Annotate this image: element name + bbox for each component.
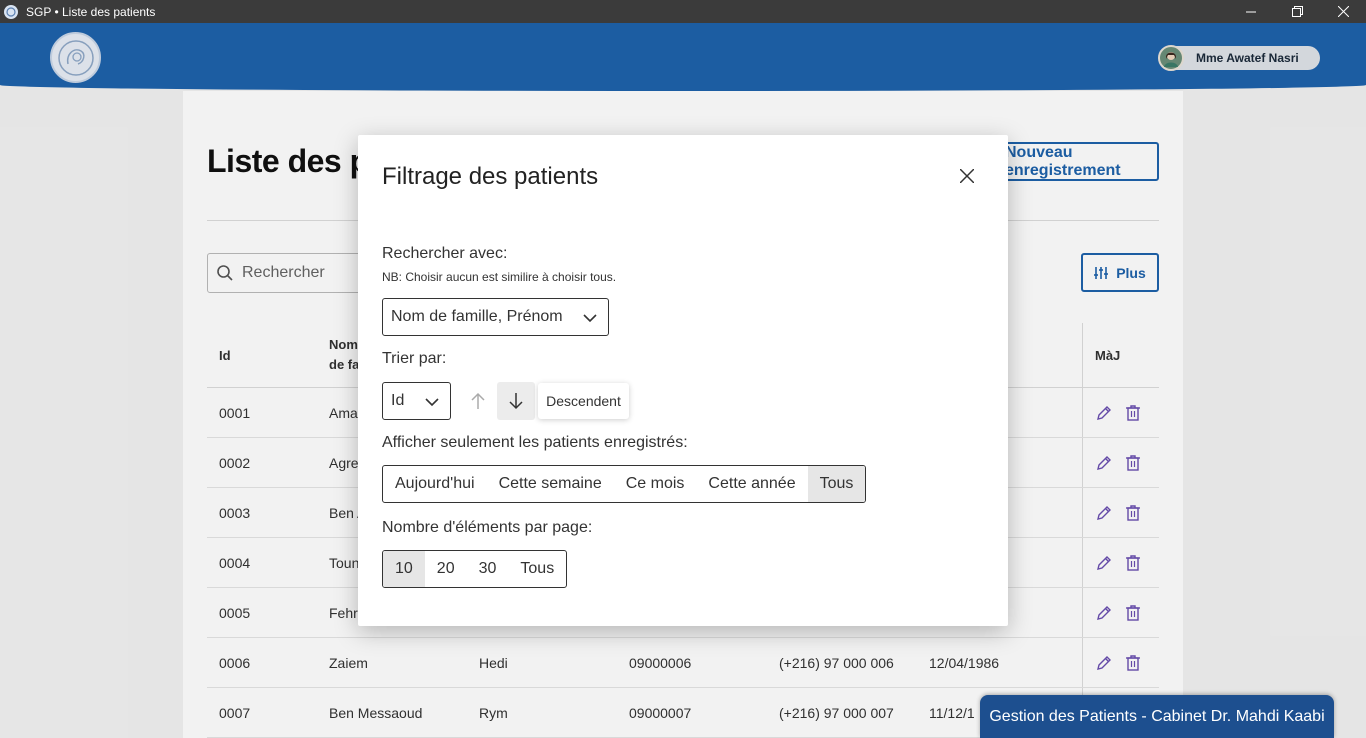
close-icon[interactable]: [956, 165, 978, 187]
page-size-10[interactable]: 10: [383, 551, 425, 587]
sort-field-select[interactable]: Id: [382, 382, 451, 420]
footer-banner: Gestion des Patients - Cabinet Dr. Mahdi…: [980, 695, 1334, 738]
sort-ascending-button[interactable]: [459, 382, 497, 420]
app-icon: [4, 4, 18, 19]
restore-icon[interactable]: [1274, 0, 1320, 23]
page-size-30[interactable]: 30: [467, 551, 509, 587]
period-this-week[interactable]: Cette semaine: [487, 466, 614, 502]
period-this-year[interactable]: Cette année: [696, 466, 807, 502]
page-size-label: Nombre d'éléments par page:: [382, 519, 593, 536]
sort-field-value: Id: [391, 392, 405, 409]
page-size-20[interactable]: 20: [425, 551, 467, 587]
arrow-up-icon: [470, 392, 486, 410]
search-note: NB: Choisir aucun est similire à choisir…: [382, 270, 617, 284]
registered-filter-label: Afficher seulement les patients enregist…: [382, 434, 688, 451]
search-with-label: Rechercher avec:: [382, 245, 508, 262]
period-this-month[interactable]: Ce mois: [614, 466, 697, 502]
footer-banner-text: Gestion des Patients - Cabinet Dr. Mahdi…: [989, 707, 1325, 725]
arrow-down-icon: [508, 392, 524, 410]
search-fields-select[interactable]: Nom de famille, Prénom: [382, 298, 609, 336]
sort-tooltip: Descendent: [538, 383, 629, 419]
search-fields-value: Nom de famille, Prénom: [391, 308, 563, 325]
sort-descending-button[interactable]: [497, 382, 535, 420]
minimize-icon[interactable]: [1228, 0, 1274, 23]
close-window-icon[interactable]: [1320, 0, 1366, 23]
page-size-selector: 10 20 30 Tous: [382, 550, 568, 588]
filter-dialog: Filtrage des patients Rechercher avec: N…: [358, 135, 1008, 626]
period-all[interactable]: Tous: [807, 466, 866, 502]
chevron-down-icon: [582, 310, 598, 326]
registered-period-selector: Aujourd'hui Cette semaine Ce mois Cette …: [382, 465, 867, 503]
window-titlebar: SGP • Liste des patients: [0, 0, 1366, 23]
chevron-down-icon: [424, 394, 440, 410]
window-title: SGP • Liste des patients: [26, 4, 156, 19]
page-size-all[interactable]: Tous: [508, 551, 566, 587]
sort-label: Trier par:: [382, 350, 447, 367]
dialog-title: Filtrage des patients: [382, 163, 599, 190]
period-today[interactable]: Aujourd'hui: [383, 466, 487, 502]
